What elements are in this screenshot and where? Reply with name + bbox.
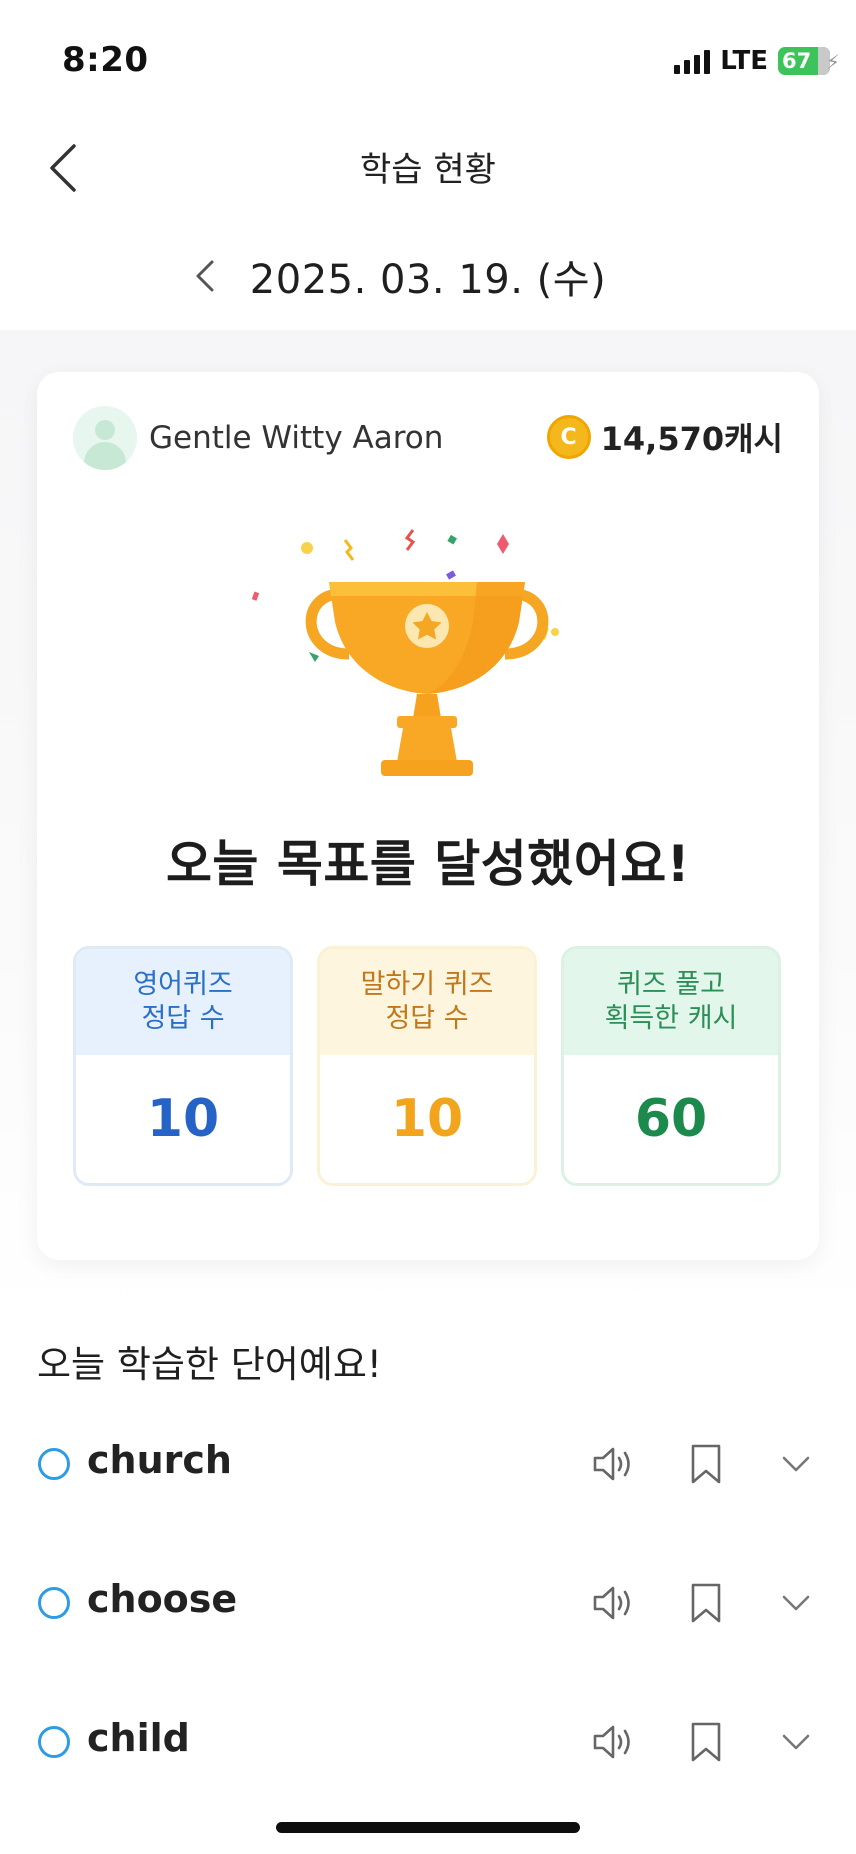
- goal-achieved-message: 오늘 목표를 달성했어요!: [165, 835, 691, 893]
- chevron-down-icon: [782, 1456, 810, 1472]
- word-row: child: [0, 1692, 856, 1792]
- pronounce-button[interactable]: [588, 1716, 640, 1768]
- expand-button[interactable]: [770, 1577, 822, 1629]
- word-text: church: [87, 1438, 232, 1482]
- date-navigator: 2025. 03. 19. (수): [0, 236, 856, 316]
- chevron-left-icon: [196, 260, 214, 292]
- chevron-down-icon: [782, 1734, 810, 1750]
- bookmark-icon: [691, 1722, 721, 1762]
- word-check-toggle[interactable]: [38, 1448, 70, 1480]
- current-date: 2025. 03. 19. (수): [249, 257, 607, 303]
- word-text: child: [87, 1716, 190, 1760]
- cash-amount: 14,570캐시: [600, 420, 783, 458]
- stat-label-line: 정답 수: [385, 1003, 469, 1034]
- stat-label: 영어퀴즈 정답 수: [76, 949, 290, 1055]
- signal-icon: [674, 48, 711, 74]
- network-label: LTE: [720, 46, 768, 76]
- stat-label-line: 말하기 퀴즈: [360, 969, 494, 1000]
- bookmark-icon: [691, 1583, 721, 1623]
- stat-label: 퀴즈 풀고 획득한 캐시: [564, 949, 778, 1055]
- stats-row: 영어퀴즈 정답 수 10 말하기 퀴즈 정답 수 10 퀴즈 풀고 획득한 캐시: [73, 946, 783, 1186]
- header: 학습 현황: [0, 110, 856, 220]
- status-bar: 8:20 LTE 67 ⚡: [0, 0, 856, 110]
- stat-label: 말하기 퀴즈 정답 수: [320, 949, 534, 1055]
- bookmark-button[interactable]: [680, 1438, 732, 1490]
- expand-button[interactable]: [770, 1438, 822, 1490]
- charging-icon: ⚡: [825, 50, 840, 74]
- status-time: 8:20: [62, 40, 149, 80]
- page-title: 학습 현황: [360, 150, 496, 190]
- words-section-title: 오늘 학습한 단어예요!: [37, 1343, 382, 1386]
- stat-earned-cash: 퀴즈 풀고 획득한 캐시 60: [561, 946, 781, 1186]
- summary-card: Gentle Witty Aaron C 14,570캐시 오늘 목표를 달성했…: [37, 372, 819, 1260]
- stat-english-quiz: 영어퀴즈 정답 수 10: [73, 946, 293, 1186]
- bookmark-button[interactable]: [680, 1577, 732, 1629]
- word-row: church: [0, 1414, 856, 1514]
- word-check-toggle[interactable]: [38, 1587, 70, 1619]
- battery-level: 67: [782, 49, 812, 73]
- word-row: choose: [0, 1553, 856, 1653]
- speaker-icon: [593, 1447, 630, 1481]
- battery-icon: 67 ⚡: [778, 47, 840, 75]
- stat-value: 10: [320, 1055, 534, 1183]
- stat-speaking-quiz: 말하기 퀴즈 정답 수 10: [317, 946, 537, 1186]
- trophy-illustration: [237, 522, 617, 782]
- stat-value: 10: [76, 1055, 290, 1183]
- stat-label-line: 퀴즈 풀고: [617, 969, 725, 1000]
- cash-balance: C 14,570캐시: [546, 414, 783, 460]
- stat-value: 60: [564, 1055, 778, 1183]
- status-indicators: LTE 67 ⚡: [674, 46, 840, 76]
- speaker-icon: [593, 1586, 630, 1620]
- avatar: [73, 406, 137, 470]
- stat-label-line: 획득한 캐시: [604, 1003, 738, 1034]
- stat-label-line: 정답 수: [141, 1003, 225, 1034]
- bookmark-icon: [691, 1444, 721, 1484]
- pronounce-button[interactable]: [588, 1438, 640, 1490]
- stat-label-line: 영어퀴즈: [133, 969, 233, 1000]
- username: Gentle Witty Aaron: [149, 420, 444, 456]
- coin-icon: C: [546, 415, 591, 459]
- profile: Gentle Witty Aaron: [73, 406, 443, 470]
- speaker-icon: [593, 1725, 630, 1759]
- expand-button[interactable]: [770, 1716, 822, 1768]
- trophy-icon: [251, 529, 559, 776]
- word-text: choose: [87, 1577, 238, 1621]
- pronounce-button[interactable]: [588, 1577, 640, 1629]
- bookmark-button[interactable]: [680, 1716, 732, 1768]
- previous-date-button[interactable]: [190, 254, 222, 298]
- home-indicator[interactable]: [276, 1822, 580, 1833]
- chevron-down-icon: [782, 1595, 810, 1611]
- word-check-toggle[interactable]: [38, 1726, 70, 1758]
